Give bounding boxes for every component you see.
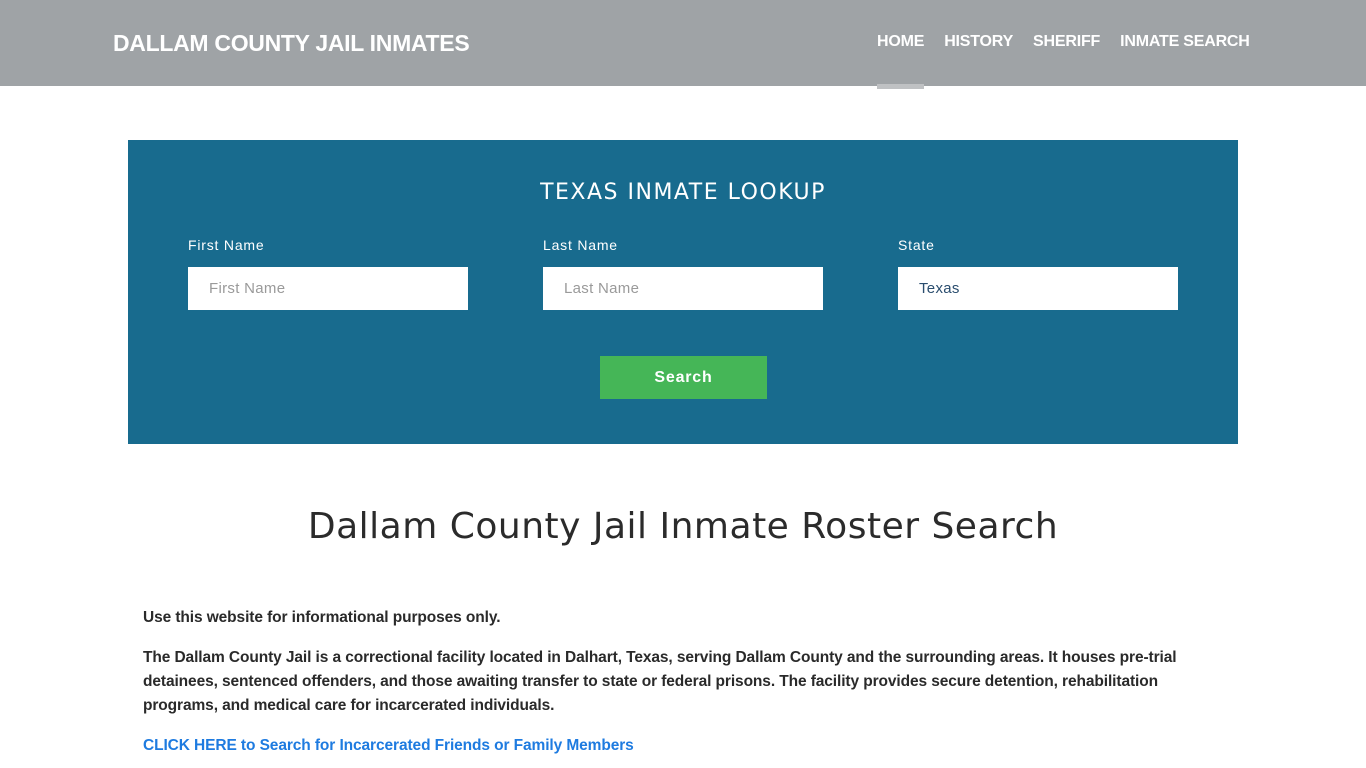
first-name-field-group: First Name [188,237,468,310]
nav-item-inmate-search[interactable]: INMATE SEARCH [1120,33,1250,51]
main-content: Use this website for informational purpo… [143,606,1223,758]
nav-item-history[interactable]: HISTORY [944,33,1013,51]
main-nav: HOME HISTORY SHERIFF INMATE SEARCH [877,33,1250,89]
nav-item-home[interactable]: HOME [877,33,925,89]
nav-item-sheriff[interactable]: SHERIFF [1033,33,1100,51]
state-input[interactable] [898,267,1178,310]
site-brand-link[interactable]: DALLAM COUNTY JAIL INMATES [113,30,470,57]
disclaimer-text: Use this website for informational purpo… [143,609,501,626]
first-name-label: First Name [188,237,265,253]
facility-description: The Dallam County Jail is a correctional… [143,649,1177,714]
state-label: State [898,237,935,253]
last-name-label: Last Name [543,237,618,253]
last-name-field-group: Last Name [543,237,823,310]
top-navbar: DALLAM COUNTY JAIL INMATES HOME HISTORY … [0,0,1366,89]
last-name-input[interactable] [543,267,823,310]
lookup-title: TEXAS INMATE LOOKUP [540,180,826,205]
page-title: Dallam County Jail Inmate Roster Search [307,506,1059,547]
search-button[interactable]: Search [600,356,767,399]
search-friends-family-link[interactable]: CLICK HERE to Search for Incarcerated Fr… [143,737,634,754]
inmate-lookup-panel: TEXAS INMATE LOOKUP First Name Last Name… [128,140,1238,444]
state-field-group: State [898,237,1178,310]
first-name-input[interactable] [188,267,468,310]
